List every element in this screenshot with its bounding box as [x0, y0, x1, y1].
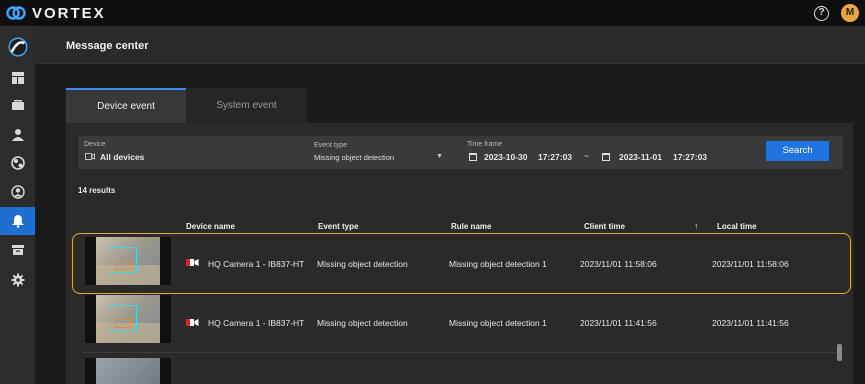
sidebar-item-users[interactable]	[0, 121, 35, 149]
sort-ascending-icon[interactable]: ↑	[694, 221, 699, 231]
results-count: 14 results	[78, 186, 116, 195]
table-row[interactable]: HQ Camera 1 - IB837-HT Missing object de…	[70, 294, 842, 351]
sidebar-item-settings[interactable]	[0, 266, 35, 294]
filter-bar: Device All devices Event type Missing ob…	[78, 136, 843, 169]
chevron-down-icon[interactable]: ▼	[436, 153, 443, 160]
tab-device-event[interactable]: Device event	[66, 88, 186, 123]
event-tabs: Device event System event	[66, 88, 307, 123]
col-event-type[interactable]: Event type	[318, 222, 358, 231]
col-device-name[interactable]: Device name	[186, 222, 235, 231]
help-icon[interactable]: ?	[814, 5, 829, 21]
event-snapshot[interactable]	[85, 295, 171, 343]
selected-row-outline	[72, 233, 851, 294]
brand-logo[interactable]: VORTEX	[6, 5, 106, 22]
account-icon	[10, 185, 25, 199]
sidebar-item-home[interactable]	[0, 32, 35, 62]
start-date-field[interactable]: 2023-10-30	[484, 152, 527, 162]
end-date-field[interactable]: 2023-11-01	[619, 152, 662, 162]
event-type-cell: Missing object detection	[317, 318, 408, 328]
event-snapshot[interactable]	[85, 358, 171, 384]
device-name-cell: HQ Camera 1 - IB837-HT	[208, 318, 305, 328]
sidebar-item-notifications[interactable]	[0, 207, 35, 235]
row-divider	[82, 352, 838, 353]
page-title: Message center	[66, 40, 149, 52]
devices-icon	[11, 100, 24, 110]
local-time-cell: 2023/11/01 11:41:56	[712, 318, 789, 328]
camera-recording-icon	[186, 319, 199, 326]
user-icon	[11, 129, 24, 141]
search-button[interactable]: Search	[766, 141, 829, 161]
calendar-icon[interactable]	[602, 153, 610, 161]
range-separator: ~	[584, 151, 589, 161]
event-type-label: Event type	[314, 142, 348, 149]
event-type-select[interactable]: Missing object detection	[314, 153, 394, 162]
settings-gear-icon	[11, 273, 24, 287]
end-time-field[interactable]: 17:27:03	[673, 152, 707, 162]
top-bar: VORTEX ? M	[0, 0, 865, 26]
vortex-logo-icon	[6, 6, 26, 20]
brand-name: VORTEX	[32, 4, 106, 22]
rule-name-cell: Missing object detection 1	[449, 318, 547, 328]
page-header: Message center	[35, 26, 865, 64]
notification-bell-icon	[11, 215, 24, 228]
start-time-field[interactable]: 17:27:03	[538, 152, 572, 162]
sidebar-item-dashboard[interactable]	[0, 64, 35, 92]
client-time-cell: 2023/11/01 11:41:56	[580, 318, 657, 328]
vortex-logo-icon	[8, 37, 27, 57]
sidebar	[0, 26, 35, 384]
calendar-icon[interactable]	[469, 153, 477, 161]
dashboard-icon	[11, 72, 24, 84]
col-rule-name[interactable]: Rule name	[451, 222, 491, 231]
sidebar-item-alerts[interactable]	[0, 149, 35, 177]
sidebar-item-archive[interactable]	[0, 236, 35, 264]
avatar[interactable]: M	[841, 4, 859, 22]
sidebar-item-devices[interactable]	[0, 92, 35, 120]
camera-icon	[85, 153, 95, 160]
time-frame-label: Time frame	[467, 141, 503, 148]
tab-system-event[interactable]: System event	[186, 88, 307, 123]
sidebar-item-account[interactable]	[0, 178, 35, 206]
col-client-time[interactable]: Client time	[584, 222, 625, 231]
device-filter-select[interactable]: All devices	[100, 152, 144, 162]
alerts-filter-icon	[10, 156, 25, 170]
scrollbar-thumb[interactable]	[837, 344, 842, 361]
device-filter-label: Device	[84, 141, 106, 148]
col-local-time[interactable]: Local time	[717, 222, 757, 231]
archive-icon	[11, 245, 24, 255]
